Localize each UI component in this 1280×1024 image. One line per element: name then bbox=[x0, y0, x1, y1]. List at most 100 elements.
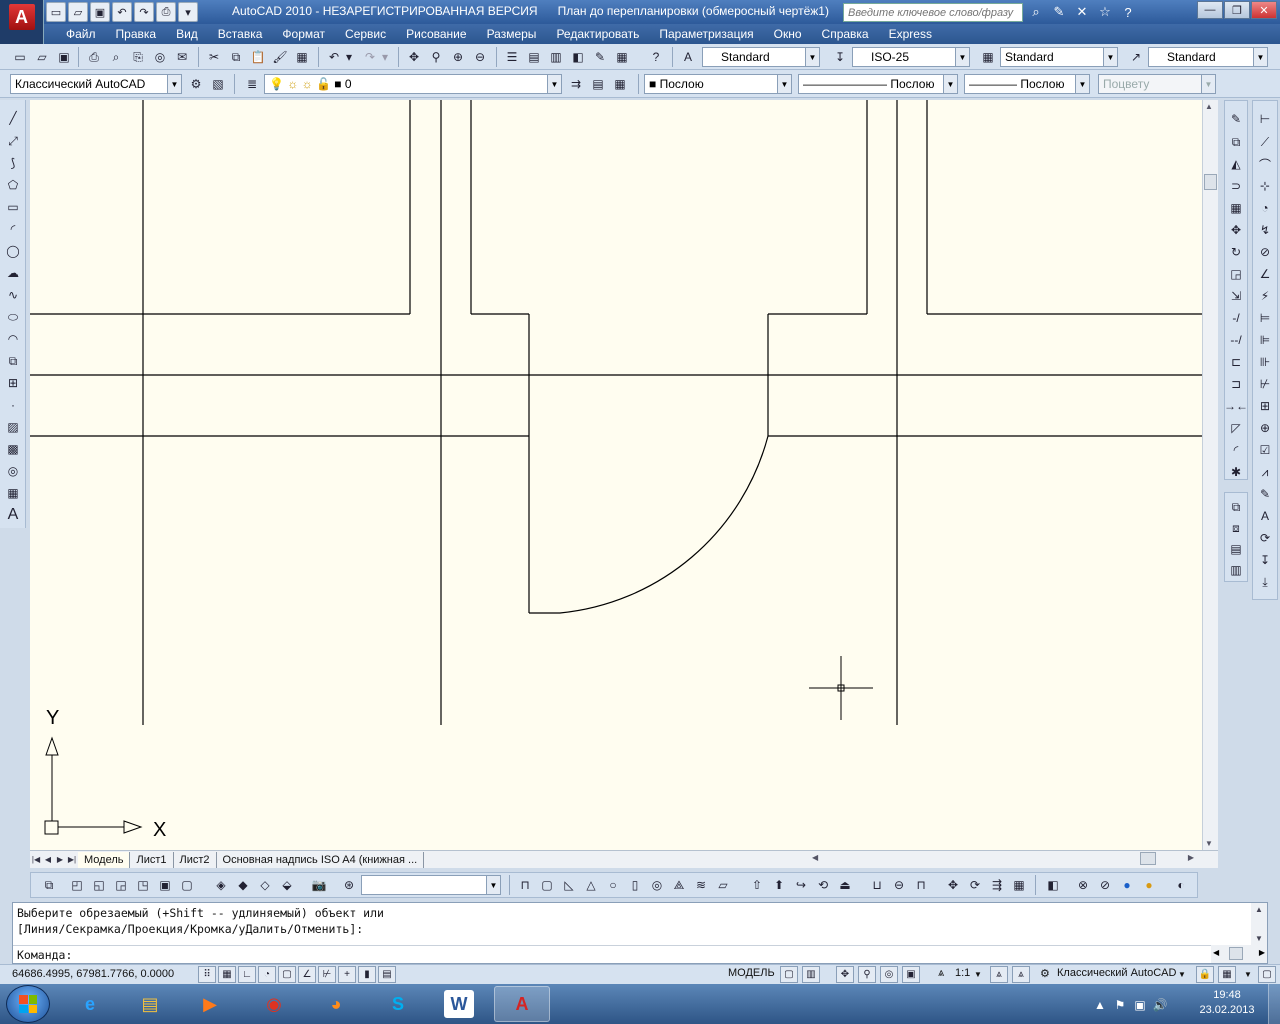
sheet-set-icon[interactable]: ◧ bbox=[568, 47, 588, 67]
workspace-switch-label[interactable]: Классический AutoCAD bbox=[1057, 967, 1176, 979]
top-view-icon[interactable]: ◰ bbox=[67, 875, 87, 895]
sweep-icon[interactable]: ↪ bbox=[791, 875, 811, 895]
bottom-view-icon[interactable]: ◱ bbox=[89, 875, 109, 895]
polygon-icon[interactable]: ⬠ bbox=[3, 175, 23, 195]
internet-explorer-icon[interactable]: e bbox=[62, 986, 118, 1022]
scroll-up-icon[interactable]: ▲ bbox=[1255, 905, 1263, 914]
paste-icon[interactable]: 📋 bbox=[248, 47, 268, 67]
qat-dropdown-icon[interactable]: ▾ bbox=[178, 2, 198, 22]
grid-display-icon[interactable]: ▦ bbox=[218, 966, 236, 983]
pan-icon[interactable]: ✥ bbox=[404, 47, 424, 67]
design-center-icon[interactable]: ▤ bbox=[524, 47, 544, 67]
ordinate-dimension-icon[interactable]: ⊹ bbox=[1255, 176, 1275, 196]
spline-icon[interactable]: ∿ bbox=[3, 285, 23, 305]
ellipse-icon[interactable]: ⬭ bbox=[3, 307, 23, 327]
autocad-taskbar-icon[interactable]: A bbox=[494, 986, 550, 1022]
markup-icon[interactable]: ✎ bbox=[590, 47, 610, 67]
diameter-dimension-icon[interactable]: ⊘ bbox=[1255, 242, 1275, 262]
sw-iso-icon[interactable]: ◈ bbox=[211, 875, 231, 895]
jogged-dimension-icon[interactable]: ↯ bbox=[1255, 220, 1275, 240]
camera-icon[interactable]: 📷 bbox=[309, 875, 329, 895]
continue-dimension-icon[interactable]: ⊫ bbox=[1255, 330, 1275, 350]
dimension-edit-icon[interactable]: ✎ bbox=[1255, 484, 1275, 504]
text-style-dropdown[interactable]: Standard ▼ bbox=[702, 47, 820, 67]
chevron-down-icon[interactable]: ▼ bbox=[974, 970, 982, 979]
match-properties-icon[interactable]: 🖌 bbox=[270, 47, 290, 67]
dynamic-input-icon[interactable]: + bbox=[338, 966, 356, 983]
make-block-icon[interactable]: ⊞ bbox=[3, 373, 23, 393]
publish-icon[interactable]: ⎘ bbox=[128, 47, 148, 67]
horizontal-scrollbar[interactable]: ◀ ▶ bbox=[806, 852, 1198, 866]
favorites-star-icon[interactable]: ☆ bbox=[1095, 2, 1115, 22]
menu-parametric[interactable]: Параметризация bbox=[649, 27, 763, 41]
drawing-canvas[interactable]: Y X bbox=[30, 100, 1202, 850]
media-player-icon[interactable]: ▶ bbox=[182, 986, 238, 1022]
status-menu-icon[interactable]: ▼ bbox=[1244, 970, 1252, 979]
line-icon[interactable]: ╱ bbox=[3, 108, 23, 128]
layer-properties-icon[interactable]: ≣ bbox=[242, 74, 262, 94]
vertical-scrollbar[interactable]: ▲ ▼ bbox=[1202, 100, 1218, 850]
next-tab-icon[interactable]: ▶ bbox=[54, 853, 66, 867]
revision-cloud-icon[interactable]: ☁ bbox=[3, 263, 23, 283]
clean-screen-icon[interactable]: ▢ bbox=[1258, 966, 1276, 983]
command-hscroll[interactable]: ◀ ▶ bbox=[1211, 945, 1267, 963]
menu-express[interactable]: Express bbox=[879, 27, 942, 41]
3d-array-icon[interactable]: ▦ bbox=[1009, 875, 1029, 895]
undo-dropdown-icon[interactable]: ▾ bbox=[344, 47, 354, 67]
dimension-break-icon[interactable]: ⊬ bbox=[1255, 374, 1275, 394]
ne-iso-icon[interactable]: ◇ bbox=[255, 875, 275, 895]
rotate-icon[interactable]: ↻ bbox=[1226, 242, 1246, 262]
redo-icon[interactable]: ↷ bbox=[134, 2, 154, 22]
move-icon[interactable]: ✥ bbox=[1226, 220, 1246, 240]
polyline-icon[interactable]: ⟆ bbox=[3, 153, 23, 173]
quick-properties-icon[interactable]: ▤ bbox=[378, 966, 396, 983]
arc-length-icon[interactable]: ⌒ bbox=[1255, 154, 1275, 174]
volume-icon[interactable]: 🔊 bbox=[1150, 995, 1170, 1015]
3d-align-icon[interactable]: ⇶ bbox=[987, 875, 1007, 895]
lock-ui-icon[interactable]: 🔒 bbox=[1196, 966, 1214, 983]
app-menu-button[interactable]: A bbox=[0, 0, 44, 44]
circle-icon[interactable]: ◯ bbox=[3, 241, 23, 261]
dimension-style-icon[interactable]: ↧ bbox=[1255, 550, 1275, 570]
point-icon[interactable]: · bbox=[3, 395, 23, 415]
angular-dimension-icon[interactable]: ∠ bbox=[1255, 264, 1275, 284]
array-icon[interactable]: ▦ bbox=[1226, 198, 1246, 218]
construction-line-icon[interactable]: ⤢ bbox=[3, 131, 23, 151]
mleader-style-dropdown[interactable]: Standard ▼ bbox=[1148, 47, 1268, 67]
show-hidden-icons-icon[interactable]: ▲ bbox=[1090, 995, 1110, 1015]
dimension-text-edit-icon[interactable]: A bbox=[1255, 506, 1275, 526]
scroll-left-icon[interactable]: ◀ bbox=[812, 853, 818, 862]
scroll-left-icon[interactable]: ◀ bbox=[1213, 948, 1219, 957]
rectangle-icon[interactable]: ▭ bbox=[3, 197, 23, 217]
ellipse-arc-icon[interactable]: ◠ bbox=[3, 329, 23, 349]
ucs-dropdown[interactable]: ▼ bbox=[361, 875, 501, 895]
command-input-row[interactable]: Команда: bbox=[13, 945, 1211, 963]
dimension-update-icon[interactable]: ⟳ bbox=[1255, 528, 1275, 548]
last-tab-icon[interactable]: ▶| bbox=[66, 853, 78, 867]
open-file-icon[interactable]: ▱ bbox=[68, 2, 88, 22]
workspace-settings-gear-icon[interactable]: ⚙ bbox=[186, 74, 206, 94]
scroll-down-icon[interactable]: ▼ bbox=[1205, 839, 1213, 848]
tab-sheet1[interactable]: Лист1 bbox=[130, 851, 174, 868]
menu-insert[interactable]: Вставка bbox=[208, 27, 273, 41]
chamfer-icon[interactable]: ◸ bbox=[1226, 418, 1246, 438]
prev-tab-icon[interactable]: ◀ bbox=[42, 853, 54, 867]
steering-wheel-icon[interactable]: ◎ bbox=[880, 966, 898, 983]
object-snap-icon[interactable]: ▢ bbox=[278, 966, 296, 983]
table-style-dropdown[interactable]: Standard ▼ bbox=[1000, 47, 1118, 67]
quick-dimension-icon[interactable]: ⚡ bbox=[1255, 286, 1275, 306]
command-vscroll[interactable]: ▲ ▼ bbox=[1251, 903, 1267, 945]
send-to-back-icon[interactable]: ⧈ bbox=[1226, 518, 1246, 538]
layer-dropdown[interactable]: 💡 ☼ ☼ 🔓 ■ 0 ▼ bbox=[264, 74, 562, 94]
show-desktop-button[interactable] bbox=[1268, 984, 1280, 1024]
plot-icon[interactable]: ⎙ bbox=[84, 47, 104, 67]
snap-mode-icon[interactable]: ⠿ bbox=[198, 966, 216, 983]
workspace-dropdown[interactable]: Классический AutoCAD ▼ bbox=[10, 74, 182, 94]
annotation-visibility-icon[interactable]: ⩓ bbox=[990, 966, 1008, 983]
make-layer-current-icon[interactable]: ⇉ bbox=[566, 74, 586, 94]
dim-style-icon[interactable]: ↧ bbox=[830, 47, 850, 67]
taskbar-clock[interactable]: 19:48 23.02.2013 bbox=[1190, 988, 1264, 1018]
quick-view-layouts-icon[interactable]: ▢ bbox=[780, 966, 798, 983]
quick-view-drawings-icon[interactable]: ▥ bbox=[802, 966, 820, 983]
etransmit-icon[interactable]: ✉ bbox=[172, 47, 192, 67]
